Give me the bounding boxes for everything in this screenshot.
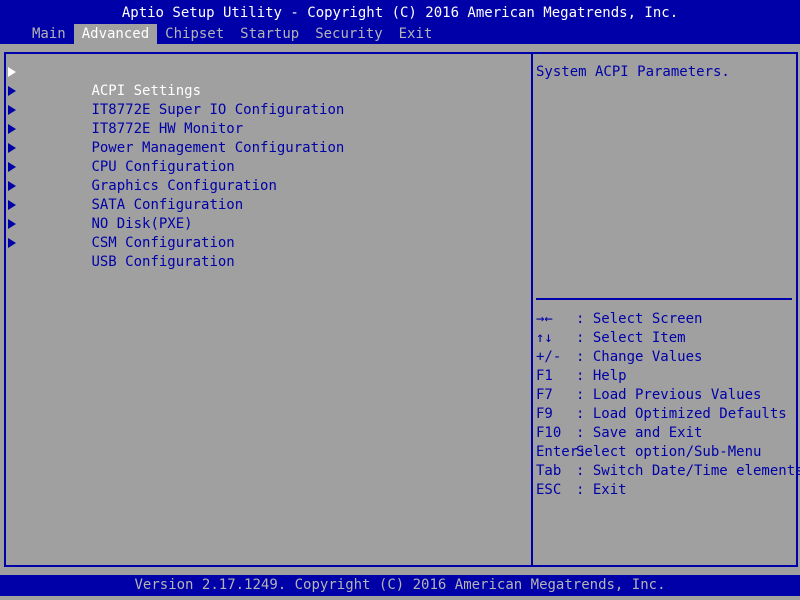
key-description: : Exit	[576, 482, 627, 498]
tab-chipset[interactable]: Chipset	[157, 24, 232, 44]
menu-item-cpu-configuration[interactable]: CPU Configuration	[6, 139, 531, 175]
key-label: ESC	[536, 482, 562, 498]
key-row-enter: Enter: Select option/Sub-Menu	[536, 443, 800, 462]
submenu-arrow-icon	[8, 86, 16, 96]
submenu-arrow-icon	[8, 181, 16, 191]
up-down-arrows-icon: ↑↓	[536, 330, 553, 346]
tab-bar: Main Advanced Chipset Startup Security E…	[24, 24, 440, 44]
submenu-arrow-icon	[8, 143, 16, 153]
tab-advanced[interactable]: Advanced	[73, 24, 158, 44]
key-label: F10	[536, 425, 562, 441]
key-label: Enter:	[536, 444, 587, 460]
key-row-select-screen: →← : Select Screen	[536, 310, 800, 329]
bios-screen: Aptio Setup Utility - Copyright (C) 2016…	[0, 0, 800, 600]
submenu-arrow-icon	[8, 200, 16, 210]
key-description: Select option/Sub-Menu	[576, 444, 762, 460]
key-label: F9	[536, 406, 553, 422]
key-row-change-values: +/- : Change Values	[536, 348, 800, 367]
key-row-load-previous: F7 : Load Previous Values	[536, 386, 800, 405]
tab-exit[interactable]: Exit	[391, 24, 441, 44]
menu-item-power-management-configuration[interactable]: Power Management Configuration	[6, 120, 531, 156]
footer-bar: Version 2.17.1249. Copyright (C) 2016 Am…	[0, 575, 800, 596]
submenu-arrow-icon	[8, 67, 16, 77]
submenu-arrow-icon	[8, 162, 16, 172]
menu-item-hw-monitor[interactable]: IT8772E HW Monitor	[6, 101, 531, 137]
key-description: : Switch Date/Time elements	[576, 463, 800, 479]
help-panel: System ACPI Parameters. →← : Select Scree…	[531, 52, 800, 567]
header-bar: Aptio Setup Utility - Copyright (C) 2016…	[0, 0, 800, 44]
version-text: Version 2.17.1249. Copyright (C) 2016 Am…	[134, 577, 666, 593]
key-row-tab: Tab : Switch Date/Time elements	[536, 462, 800, 481]
key-row-esc: ESC : Exit	[536, 481, 800, 500]
key-label: Tab	[536, 463, 562, 479]
menu-item-graphics-configuration[interactable]: Graphics Configuration	[6, 158, 531, 194]
left-right-arrows-icon: →←	[536, 311, 553, 327]
key-description: : Help	[576, 368, 627, 384]
menu-list: ACPI Settings IT8772E Super IO Configura…	[6, 63, 531, 270]
key-label: F7	[536, 387, 553, 403]
help-description: System ACPI Parameters.	[536, 64, 730, 80]
key-description: : Load Previous Values	[576, 387, 762, 403]
tab-security[interactable]: Security	[307, 24, 390, 44]
menu-item-csm-configuration[interactable]: CSM Configuration	[6, 215, 531, 251]
submenu-arrow-icon	[8, 105, 16, 115]
help-divider	[536, 298, 792, 300]
key-label: +/-	[536, 349, 562, 365]
key-description: : Select Screen	[576, 311, 703, 327]
key-row-select-item: ↑↓ : Select Item	[536, 329, 800, 348]
menu-item-super-io-configuration[interactable]: IT8772E Super IO Configuration	[6, 82, 531, 118]
window-title: Aptio Setup Utility - Copyright (C) 2016…	[121, 5, 679, 21]
key-description: : Change Values	[576, 349, 703, 365]
submenu-arrow-icon	[8, 124, 16, 134]
tab-startup[interactable]: Startup	[232, 24, 307, 44]
key-row-save-exit: F10 : Save and Exit	[536, 424, 800, 443]
key-description: : Select Item	[576, 330, 686, 346]
key-row-load-optimized: F9 : Load Optimized Defaults	[536, 405, 800, 424]
submenu-arrow-icon	[8, 238, 16, 248]
menu-panel: ACPI Settings IT8772E Super IO Configura…	[4, 52, 533, 567]
tab-main[interactable]: Main	[24, 24, 74, 44]
key-row-help: F1 : Help	[536, 367, 800, 386]
key-legend: →← : Select Screen ↑↓ : Select Item +/- : C…	[536, 310, 800, 500]
menu-item-label: USB Configuration	[91, 254, 235, 270]
menu-item-usb-configuration[interactable]: USB Configuration	[6, 234, 531, 270]
key-label: F1	[536, 368, 553, 384]
menu-item-sata-configuration[interactable]: SATA Configuration	[6, 177, 531, 213]
key-description: : Load Optimized Defaults	[576, 406, 787, 422]
key-description: : Save and Exit	[576, 425, 703, 441]
menu-item-acpi-settings[interactable]: ACPI Settings	[6, 63, 531, 99]
menu-item-no-disk-pxe[interactable]: NO Disk(PXE)	[6, 196, 531, 232]
submenu-arrow-icon	[8, 219, 16, 229]
